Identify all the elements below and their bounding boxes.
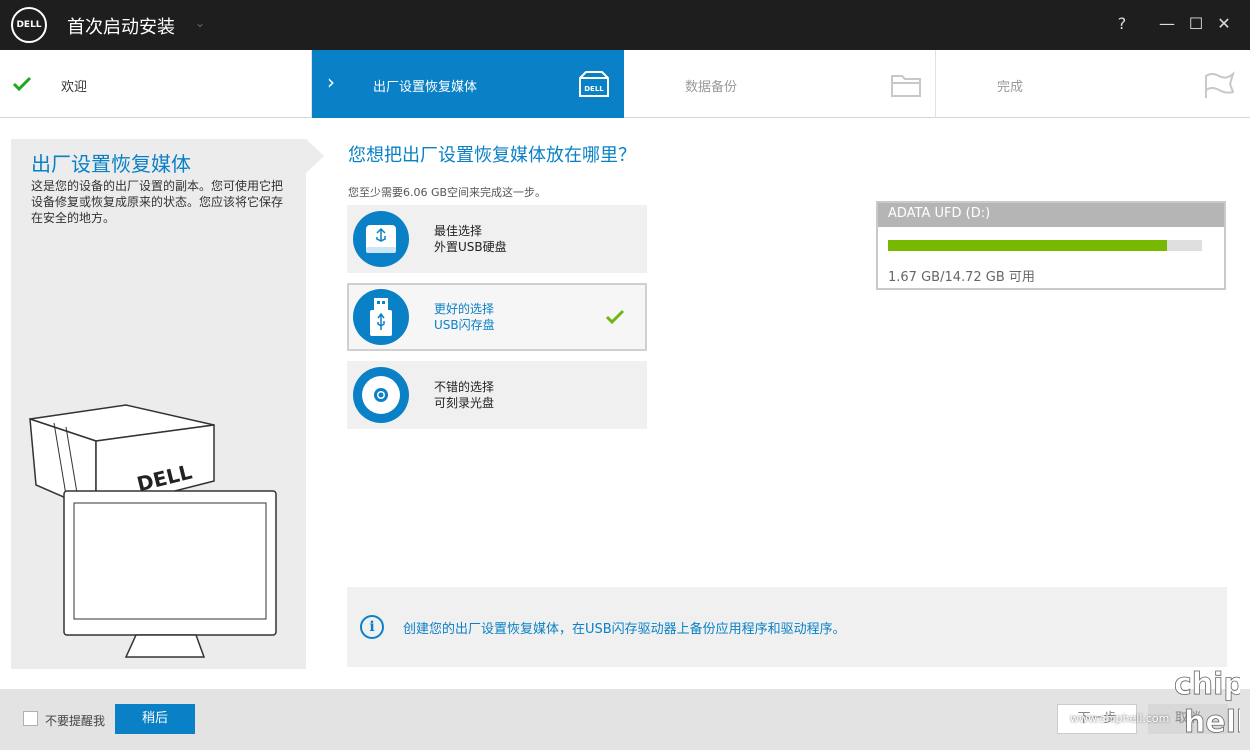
chevron-down-icon[interactable]: ⌄ (195, 16, 205, 30)
info-text: 创建您的出厂设置恢复媒体，在USB闪存驱动器上备份应用程序和驱动程序。 (403, 622, 846, 637)
close-button[interactable]: ✕ (1214, 14, 1234, 36)
option-title: 不错的选择 (434, 380, 495, 394)
later-button[interactable]: 稍后 (115, 704, 195, 734)
dell-logo-icon: DELL (11, 7, 47, 43)
option-usb-flash-drive[interactable]: 更好的选择 USB闪存盘 (347, 283, 647, 351)
panel-pointer (306, 139, 324, 173)
step-label: 数据备份 (685, 80, 738, 95)
svg-text:DELL: DELL (584, 85, 604, 93)
folder-icon (891, 75, 921, 97)
option-title: 最佳选择 (434, 224, 483, 238)
option-title: 更好的选择 (434, 302, 495, 316)
info-icon: i (360, 615, 384, 639)
selected-check-icon (605, 309, 625, 325)
title-bar: DELL 首次启动安装 ⌄ ? — ☐ ✕ (0, 0, 1250, 50)
option-subtitle: 可刻录光盘 (434, 396, 495, 410)
footer-bar: 不要提醒我 稍后 下一步 取消 (0, 689, 1250, 750)
option-subtitle: 外置USB硬盘 (434, 240, 507, 254)
minimize-button[interactable]: — (1157, 14, 1177, 36)
usb-flash-drive-icon (353, 289, 409, 345)
step-navigation: 欢迎 › 出厂设置恢复媒体 DELL 数据备份 完成 (0, 50, 1250, 118)
drive-usage-fill (888, 240, 1167, 251)
info-box: i 创建您的出厂设置恢复媒体，在USB闪存驱动器上备份应用程序和驱动程序。 (347, 587, 1227, 667)
panel-description: 这是您的设备的出厂设置的副本。您可使用它把设备修复或恢复成原来的状态。您应该将它… (31, 179, 284, 225)
watermark-url: www.chiphell.com (1070, 712, 1170, 725)
step-recovery-media[interactable]: › 出厂设置恢复媒体 DELL (312, 50, 624, 118)
space-requirement: 您至少需要6.06 GB空间来完成这一步。 (348, 186, 547, 199)
option-subtitle: USB闪存盘 (434, 318, 495, 332)
help-button[interactable]: ? (1112, 14, 1132, 36)
step-label: 欢迎 (61, 80, 88, 95)
option-optical-disc[interactable]: 不错的选择 可刻录光盘 (347, 361, 647, 429)
option-text: 更好的选择 USB闪存盘 (434, 301, 495, 333)
panel-title: 出厂设置恢复媒体 (31, 152, 191, 176)
drive-usage-bar (888, 240, 1202, 251)
option-text: 最佳选择 外置USB硬盘 (434, 223, 507, 255)
box-and-monitor-illustration: DELL (29, 404, 277, 658)
step-data-backup[interactable]: 数据备份 (624, 50, 936, 118)
chevron-right-icon: › (327, 70, 335, 94)
step-finish[interactable]: 完成 (936, 50, 1250, 118)
svg-text:hell: hell (1184, 705, 1240, 740)
app-title: 首次启动安装 (67, 17, 175, 38)
step-welcome[interactable]: 欢迎 (0, 50, 312, 118)
question-heading: 您想把出厂设置恢复媒体放在哪里？ (348, 145, 636, 166)
drive-free-space: 1.67 GB/14.72 GB 可用 (888, 270, 1035, 285)
drive-name: ADATA UFD (D:) (878, 203, 1224, 227)
step-label: 出厂设置恢复媒体 (373, 80, 478, 95)
svg-text:chip: chip (1174, 667, 1240, 702)
logo-text: DELL (16, 20, 42, 30)
step-label: 完成 (997, 80, 1024, 95)
dont-remind-checkbox[interactable] (23, 711, 38, 726)
drive-card[interactable]: ADATA UFD (D:) 1.67 GB/14.72 GB 可用 (876, 201, 1226, 290)
dell-box-icon: DELL (579, 71, 609, 97)
optical-disc-icon (353, 367, 409, 423)
info-side-panel: 出厂设置恢复媒体 这是您的设备的出厂设置的副本。您可使用它把设备修复或恢复成原来… (11, 139, 306, 669)
usb-hard-drive-icon (353, 211, 409, 267)
flag-icon (1205, 71, 1235, 98)
dont-remind-label: 不要提醒我 (45, 714, 106, 728)
check-icon (12, 76, 32, 92)
maximize-button[interactable]: ☐ (1186, 14, 1206, 36)
option-usb-hard-drive[interactable]: 最佳选择 外置USB硬盘 (347, 205, 647, 273)
chiphell-watermark-logo: chip hell (1174, 667, 1240, 740)
option-text: 不错的选择 可刻录光盘 (434, 379, 494, 411)
